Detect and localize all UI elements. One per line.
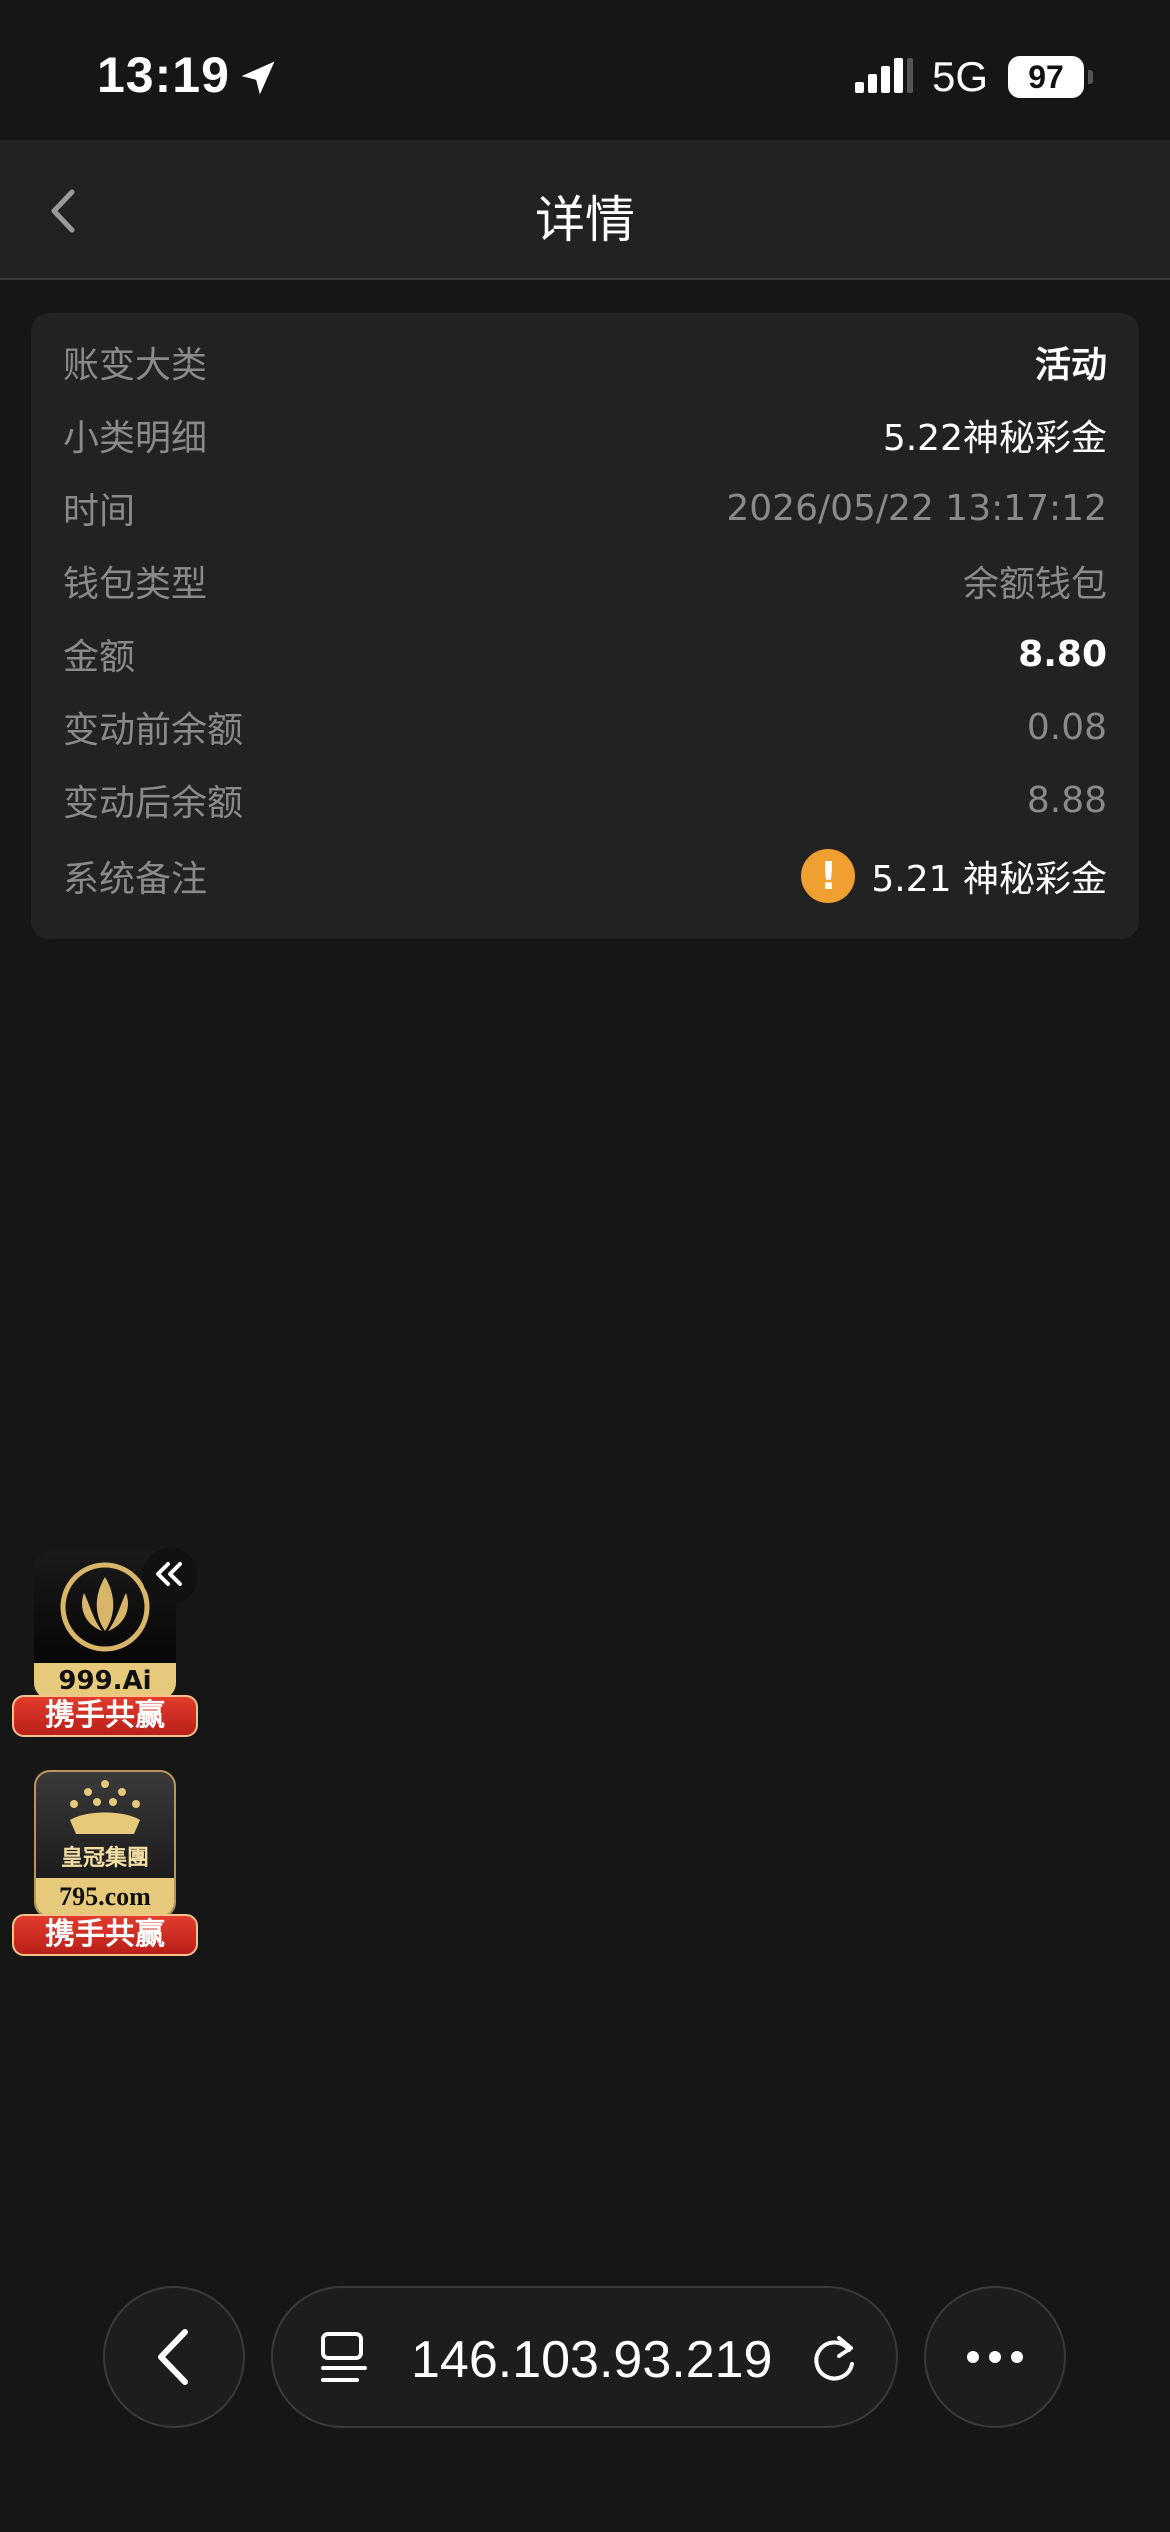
battery-cap (1088, 70, 1093, 84)
row-value: 0.08 (1026, 706, 1107, 748)
warning-icon[interactable]: ! (801, 849, 856, 903)
location-arrow-icon (241, 61, 275, 95)
row-value: 5.21 神秘彩金 (871, 859, 1107, 900)
page-title: 详情 (535, 191, 635, 249)
page-menu-icon[interactable] (317, 2328, 377, 2388)
nav-header: 详情 (0, 140, 1170, 280)
url-text: 146.103.93.219 (411, 2331, 773, 2389)
row-label: 小类明细 (63, 418, 208, 459)
row-label: 变动前余额 (63, 710, 244, 751)
row-value: 8.80 (1018, 633, 1107, 675)
detail-row-time: 时间 2026/05/22 13:17:12 (63, 478, 1107, 538)
promo-ribbon: 携手共赢 (12, 1695, 198, 1737)
row-value: 5.22神秘彩金 (882, 418, 1107, 459)
row-value: 活动 (1034, 345, 1107, 386)
promo-badge-795[interactable]: 皇冠集團 795.com 携手共赢 (12, 1770, 198, 1956)
promo-tile: 皇冠集團 795.com (34, 1770, 176, 1918)
promo-brand-top: 皇冠集團 (60, 1846, 149, 1871)
more-dots-icon (967, 2351, 1023, 2363)
network-type: 5G (932, 53, 989, 100)
battery-level: 97 (1028, 59, 1064, 95)
row-value: 余额钱包 (962, 564, 1107, 605)
detail-row-wallet-type: 钱包类型 余额钱包 (63, 551, 1107, 611)
row-label: 钱包类型 (63, 564, 208, 605)
row-label: 系统备注 (63, 859, 208, 900)
reload-icon[interactable] (805, 2328, 865, 2388)
detail-row-balance-before: 变动前余额 0.08 (63, 697, 1107, 757)
row-value-with-icon: ! 5.21 神秘彩金 (801, 849, 1107, 903)
detail-card: 账变大类 活动 小类明细 5.22神秘彩金 时间 2026/05/22 13:1… (31, 313, 1139, 939)
row-value: 8.88 (1026, 779, 1107, 821)
status-time: 13:19 (97, 47, 230, 103)
collapse-double-chevron-icon[interactable] (142, 1548, 198, 1604)
row-label: 账变大类 (63, 345, 208, 386)
address-bar[interactable]: 146.103.93.219 (271, 2286, 898, 2428)
row-label: 金额 (63, 637, 136, 678)
row-label: 时间 (63, 491, 136, 532)
more-options-button[interactable] (924, 2286, 1066, 2428)
detail-row-category: 账变大类 活动 (63, 332, 1107, 392)
detail-row-remark: 系统备注 ! 5.21 神秘彩金 (63, 846, 1107, 906)
battery-icon: 97 (1008, 56, 1084, 98)
row-label: 变动后余额 (63, 783, 244, 824)
promo-ribbon: 携手共赢 (12, 1914, 198, 1956)
detail-row-balance-after: 变动后余额 8.88 (63, 770, 1107, 830)
promo-brand: 795.com (59, 1882, 151, 1911)
status-bar: 13:19 5G 97 (0, 0, 1170, 140)
back-chevron-icon (158, 2329, 188, 2385)
detail-row-subcategory: 小类明细 5.22神秘彩金 (63, 405, 1107, 465)
detail-row-amount: 金额 8.80 (63, 624, 1107, 684)
cellular-signal-icon (855, 58, 913, 93)
promo-brand: 999.Ai (58, 1666, 152, 1696)
browser-back-button[interactable] (103, 2286, 245, 2428)
row-value: 2026/05/22 13:17:12 (726, 487, 1107, 529)
